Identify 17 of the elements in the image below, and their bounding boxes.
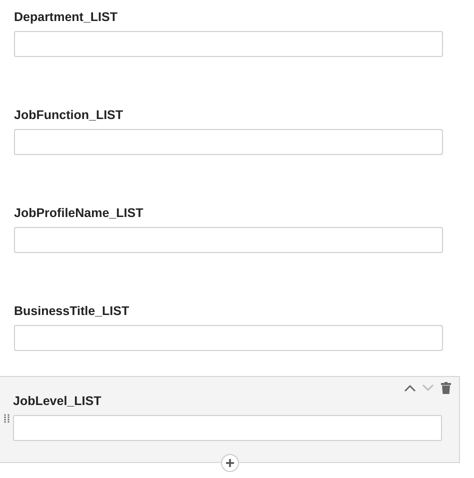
drag-handle-icon[interactable] bbox=[4, 414, 10, 423]
chevron-down-icon bbox=[422, 384, 434, 392]
plus-icon bbox=[224, 458, 234, 468]
field-label: JobProfileName_LIST bbox=[14, 205, 144, 221]
field-label: JobLevel_LIST bbox=[13, 393, 102, 409]
chevron-up-icon bbox=[404, 384, 416, 392]
input-field[interactable] bbox=[14, 227, 443, 253]
field-label: Department_LIST bbox=[14, 9, 118, 25]
field-label: JobFunction_LIST bbox=[14, 107, 124, 123]
input-field[interactable] bbox=[14, 325, 443, 351]
input-field[interactable] bbox=[14, 31, 443, 57]
delete-button[interactable] bbox=[439, 381, 453, 395]
field-label: BusinessTitle_LIST bbox=[14, 303, 130, 319]
input-field[interactable] bbox=[13, 415, 442, 441]
add-button[interactable] bbox=[220, 454, 238, 472]
input-field[interactable] bbox=[14, 129, 443, 155]
trash-icon bbox=[441, 382, 451, 394]
